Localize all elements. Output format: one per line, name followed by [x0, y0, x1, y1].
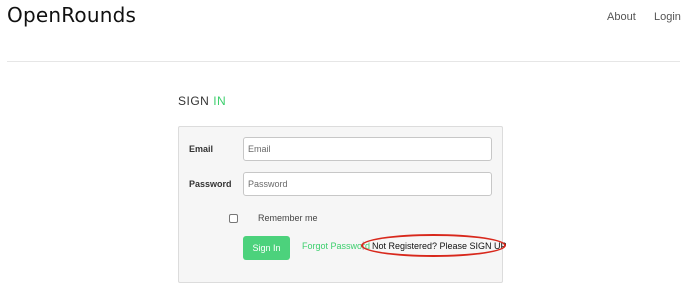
- highlight-circle-annotation: [361, 234, 506, 257]
- page-title: SIGN IN: [178, 94, 226, 108]
- sign-in-button[interactable]: Sign In: [243, 236, 290, 260]
- password-label: Password: [189, 179, 232, 189]
- remember-me-checkbox[interactable]: [229, 214, 238, 223]
- brand-logo[interactable]: OpenRounds: [7, 3, 136, 27]
- forgot-password-link[interactable]: Forgot Password: [302, 241, 370, 251]
- email-field[interactable]: [243, 137, 492, 161]
- header-divider: [7, 61, 680, 62]
- password-field[interactable]: [243, 172, 492, 196]
- remember-me-label: Remember me: [258, 213, 318, 223]
- email-label: Email: [189, 144, 214, 154]
- signin-form: Email Password Remember me Sign In Forgo…: [178, 126, 507, 283]
- nav-about-link[interactable]: About: [607, 11, 636, 23]
- nav-login-link[interactable]: Login: [654, 11, 681, 23]
- page-title-accent: IN: [213, 94, 227, 108]
- page-title-prefix: SIGN: [178, 94, 210, 108]
